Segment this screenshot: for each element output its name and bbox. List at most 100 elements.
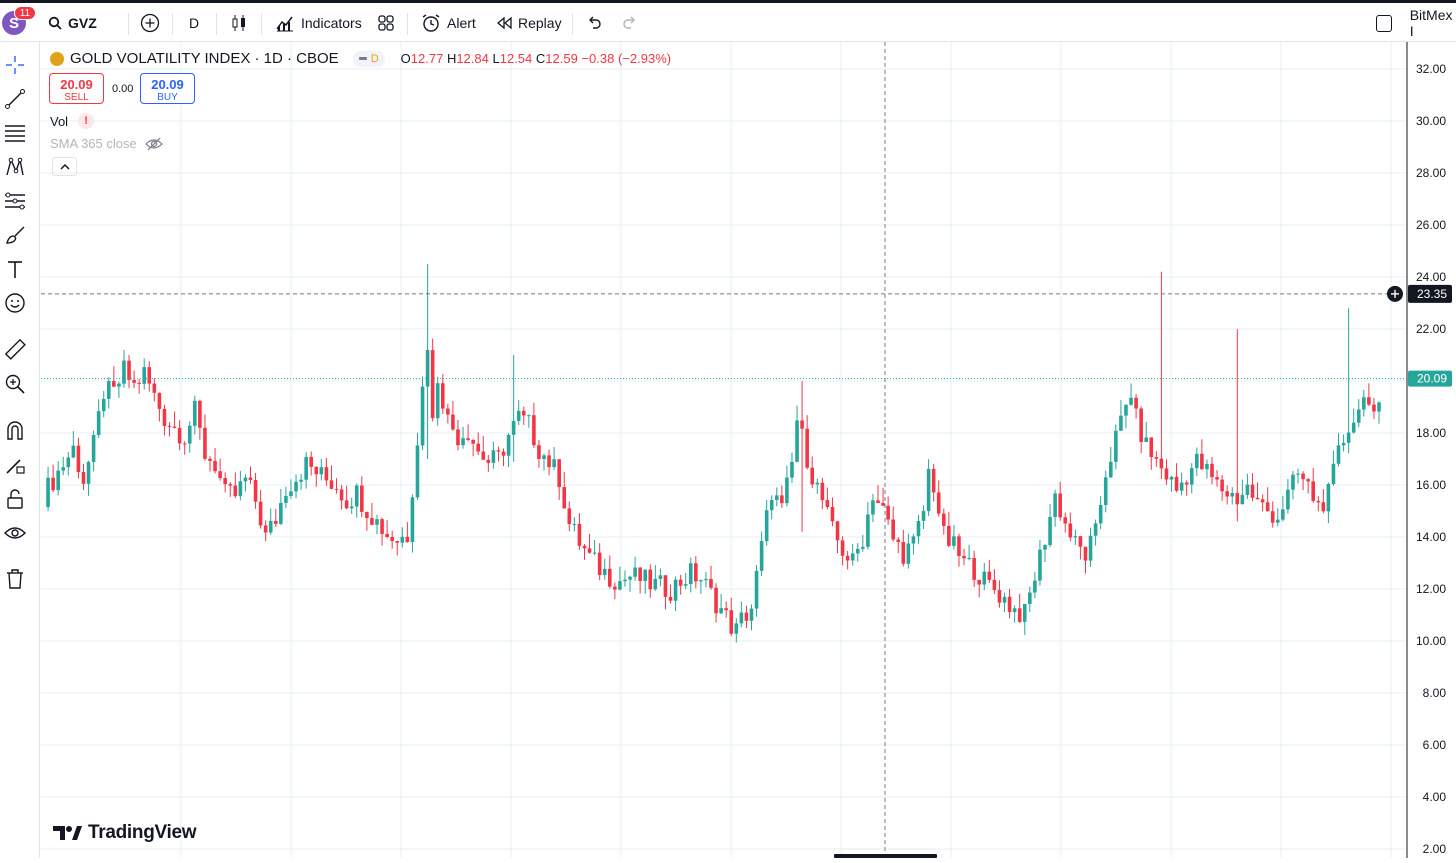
candle-body[interactable] [1053,493,1057,517]
candle-body[interactable] [96,411,101,435]
delayed-badge[interactable]: D [352,50,385,67]
candle-body[interactable] [137,382,141,384]
candle-body[interactable] [466,438,470,440]
candle-body[interactable] [547,455,551,468]
candle-body[interactable] [572,523,577,525]
candle-body[interactable] [532,415,536,446]
candle-body[interactable] [1270,511,1275,523]
candle-body[interactable] [193,400,197,426]
volume-legend[interactable]: Vol ! [50,113,95,129]
candle-body[interactable] [1043,544,1047,550]
candle-body[interactable] [1336,445,1341,464]
candle-body[interactable] [1286,489,1290,510]
candle-body[interactable] [633,567,637,577]
candle-body[interactable] [694,563,698,582]
candle-body[interactable] [699,580,703,582]
candle-body[interactable] [1351,422,1356,433]
candle-body[interactable] [663,575,668,597]
crosshair-tool[interactable] [2,52,28,78]
candle-body[interactable] [921,511,926,521]
candle-body[interactable] [81,472,86,484]
candle-body[interactable] [521,410,526,416]
candle-body[interactable] [653,578,658,590]
candle-body[interactable] [1144,437,1149,443]
candle-body[interactable] [1205,463,1209,470]
candle-body[interactable] [704,579,708,581]
candle-body[interactable] [385,533,389,538]
candle-body[interactable] [329,480,334,489]
candle-body[interactable] [319,467,324,475]
candle-body[interactable] [557,459,561,488]
candle-body[interactable] [587,548,592,553]
candle-body[interactable] [1012,608,1017,613]
candle-body[interactable] [1230,492,1235,497]
candle-body[interactable] [1245,484,1250,495]
candle-body[interactable] [936,492,941,514]
candle-body[interactable] [157,392,162,409]
candle-body[interactable] [400,536,405,543]
candle-body[interactable] [435,383,440,419]
candle-body[interactable] [415,445,420,498]
candle-body[interactable] [744,612,749,621]
candle-body[interactable] [380,519,384,534]
candle-body[interactable] [112,381,116,387]
sell-button[interactable]: 20.09 SELL [49,73,104,104]
candle-body[interactable] [1275,519,1280,523]
interval-button[interactable]: D [189,6,199,40]
candle-body[interactable] [780,495,784,504]
candle-body[interactable] [496,450,501,452]
candle-body[interactable] [830,507,835,522]
candle-body[interactable] [855,548,860,554]
layouts-button[interactable] [377,6,395,40]
candle-body[interactable] [420,386,425,446]
candle-body[interactable] [1311,481,1316,501]
candle-body[interactable] [1260,499,1265,503]
candle-body[interactable] [1321,502,1326,512]
candle-body[interactable] [941,513,946,526]
candle-body[interactable] [284,495,288,503]
candle-body[interactable] [243,477,248,482]
candle-body[interactable] [795,420,799,462]
candle-body[interactable] [1119,415,1123,431]
candle-body[interactable] [1002,596,1007,603]
candle-body[interactable] [972,557,976,580]
candle-body[interactable] [86,461,91,484]
candle-body[interactable] [253,480,258,502]
candle-body[interactable] [926,468,931,512]
replay-button[interactable]: Replay [496,6,562,40]
candle-body[interactable] [390,537,394,542]
candle-body[interactable] [891,519,895,540]
candle-body[interactable] [527,415,531,417]
candle-body[interactable] [1114,430,1118,462]
candle-body[interactable] [582,545,587,549]
candle-body[interactable] [749,608,754,621]
candle-body[interactable] [360,485,364,512]
candle-body[interactable] [1235,492,1240,505]
brush-tool[interactable] [2,222,28,248]
candle-body[interactable] [688,563,693,585]
candle-body[interactable] [643,569,648,581]
candle-body[interactable] [1240,494,1245,505]
chart-type-button[interactable] [230,6,248,40]
candle-body[interactable] [866,514,870,547]
candle-body[interactable] [172,426,177,428]
candle-body[interactable] [263,525,268,533]
candle-body[interactable] [1174,476,1179,491]
candle-body[interactable] [774,495,779,500]
candle-body[interactable] [273,520,278,524]
candle-body[interactable] [962,556,966,559]
candle-body[interactable] [1362,397,1366,410]
candle-body[interactable] [592,552,597,554]
candle-body[interactable] [957,536,961,557]
time-scrollbar[interactable] [834,854,937,858]
candle-body[interactable] [820,482,825,501]
candle-body[interactable] [486,459,491,463]
candle-body[interactable] [597,552,602,576]
candle-body[interactable] [987,571,992,580]
zoom-tool[interactable] [2,371,28,397]
candle-body[interactable] [46,477,50,508]
candle-body[interactable] [1129,397,1133,405]
symbol-title[interactable]: GOLD VOLATILITY INDEX · 1D · CBOE [70,50,339,67]
candle-body[interactable] [410,497,415,543]
candle-body[interactable] [430,350,435,419]
